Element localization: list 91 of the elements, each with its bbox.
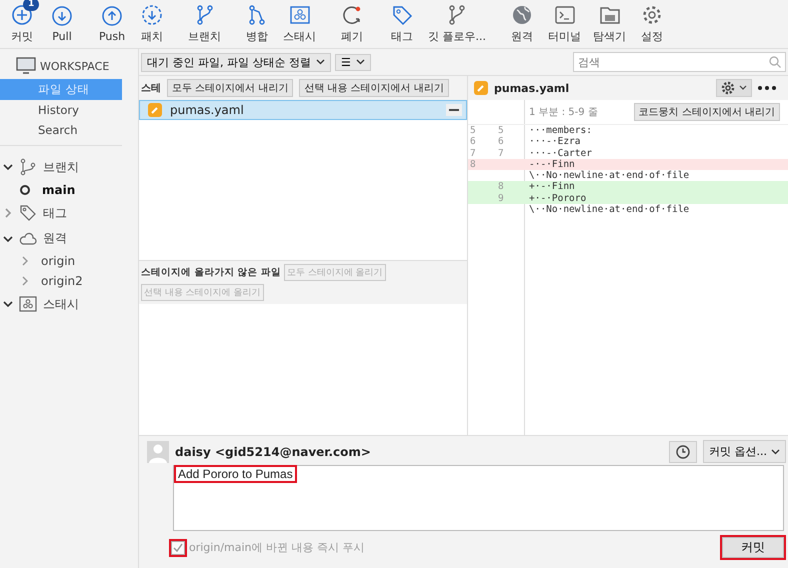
avatar-icon — [147, 440, 169, 462]
sidebar-item[interactable]: Search — [0, 120, 122, 140]
code-line: -·-·Finn — [528, 158, 575, 170]
tag-icon — [391, 4, 413, 26]
settings-icon — [641, 4, 663, 26]
code-line: ···-·Ezra — [528, 136, 580, 148]
search-field[interactable]: 검색 — [573, 52, 786, 72]
code-line: \··No·newline·at·end·of·file — [528, 204, 690, 216]
group-label[interactable]: 원격 — [43, 230, 67, 247]
sidebar-item[interactable]: History — [0, 100, 122, 120]
hunk-header: 1 부분 : 5-9 줄 — [528, 106, 598, 119]
toolbar-button[interactable]: 설정 — [634, 4, 670, 44]
code-line: ···members: — [528, 125, 592, 136]
line-number: 7 — [470, 148, 476, 159]
toolbar-button[interactable]: 스태시 — [279, 4, 320, 44]
up-arrow-circle-icon — [101, 5, 123, 27]
commit-button[interactable]: 커밋 — [722, 537, 784, 558]
tree-item[interactable]: origin — [41, 254, 76, 268]
down-arrow-circle-icon — [141, 4, 163, 26]
discard-icon — [341, 4, 363, 26]
line-number: 8 — [498, 181, 504, 192]
stash-icon — [288, 4, 310, 26]
chevron-right-icon[interactable] — [21, 276, 29, 286]
commit-options-dropdown[interactable]: 커밋 옵션... — [703, 440, 786, 463]
down-arrow-circle-icon — [51, 5, 73, 27]
chevron-down-icon — [771, 448, 780, 454]
globe-icon — [511, 4, 533, 26]
pencil-icon — [474, 81, 488, 95]
history-button[interactable] — [669, 440, 697, 462]
tree-item[interactable]: origin2 — [41, 274, 83, 288]
line-number: 6 — [470, 136, 476, 148]
toolbar-button[interactable]: 태그 — [384, 4, 420, 44]
minus-icon — [449, 109, 459, 111]
file-name: pumas.yaml — [170, 103, 244, 117]
code-line: +·-·Finn — [528, 181, 575, 193]
section-title: WORKSPACE — [40, 60, 110, 72]
unstage-hunk-button[interactable]: 코드뭉치 스테이지에서 내리기 — [634, 103, 780, 121]
unstage-button[interactable]: 모두 스테이지에서 내리기 — [167, 79, 294, 97]
file-row[interactable]: pumas.yaml — [139, 100, 467, 120]
toolbar-button[interactable]: Pull — [44, 5, 80, 43]
toolbar-button[interactable]: 터미널 — [544, 4, 585, 44]
toolbar-button[interactable]: 패치 — [134, 4, 170, 44]
chevron-down-icon[interactable] — [3, 234, 13, 244]
toolbar-button[interactable]: 폐기 — [334, 4, 370, 44]
group-label[interactable]: 스태시 — [43, 296, 79, 312]
pencil-icon — [148, 103, 162, 117]
code-line: +·-·Pororo — [528, 192, 586, 204]
tag-icon — [19, 204, 37, 222]
clock-icon — [676, 444, 690, 458]
monitor-icon — [16, 57, 36, 75]
author-name: daisy <gid5214@naver.com> — [175, 444, 371, 458]
file-name: pumas.yaml — [494, 82, 570, 94]
chevron-down-icon — [316, 59, 325, 65]
chevron-down-icon — [356, 59, 365, 65]
line-number: 7 — [498, 148, 504, 159]
line-number: 6 — [498, 136, 504, 148]
section-title: 스테 — [141, 82, 161, 95]
section-title: 스테이지에 올라가지 않은 파일 — [141, 266, 281, 279]
line-number: 9 — [498, 192, 504, 204]
more-icon[interactable] — [758, 86, 776, 90]
commit-message-field[interactable]: Add Pororo to Pumas — [173, 465, 784, 531]
unstage-button[interactable]: 선택 내용 스테이지에서 내리기 — [299, 79, 449, 97]
chevron-right-icon[interactable] — [21, 256, 29, 266]
line-number: 5 — [470, 125, 476, 136]
search-icon — [769, 56, 781, 68]
settings-dropdown[interactable] — [716, 79, 752, 97]
view-dropdown[interactable]: ☰ — [334, 54, 371, 70]
chevron-down-icon[interactable] — [3, 162, 13, 172]
stash-icon — [19, 295, 37, 313]
cloud-icon — [19, 232, 37, 246]
sort-dropdown[interactable]: 대기 중인 파일, 파일 상태순 정렬 — [141, 52, 331, 72]
chevron-right-icon[interactable] — [3, 208, 13, 218]
toolbar-button[interactable]: 탐색기 — [589, 4, 630, 44]
code-line: ···-·Carter — [528, 148, 592, 159]
code-line: \··No·newline·at·end·of·file — [528, 170, 690, 182]
toolbar-button[interactable]: 병합 — [239, 4, 275, 44]
checkbox-label: origin/main에 바뀐 내용 즉시 푸시 — [189, 540, 364, 555]
tree-item[interactable]: main — [42, 183, 76, 197]
chevron-down-icon[interactable] — [3, 299, 13, 309]
group-label[interactable]: 태그 — [43, 204, 67, 222]
line-number: 8 — [470, 158, 476, 170]
line-number: 5 — [498, 125, 504, 136]
branch-icon — [19, 158, 37, 176]
toolbar-button[interactable]: 원격 — [504, 4, 540, 44]
toolbar-button[interactable]: 브랜치 — [184, 4, 225, 44]
unstage-file-button[interactable] — [446, 104, 462, 116]
toolbar-button[interactable]: Push — [94, 5, 130, 43]
group-label[interactable]: 브랜치 — [43, 158, 79, 176]
toolbar-button[interactable]: 깃 플로우... — [424, 4, 490, 44]
terminal-icon — [554, 4, 576, 26]
plus-circle-icon — [11, 4, 33, 26]
